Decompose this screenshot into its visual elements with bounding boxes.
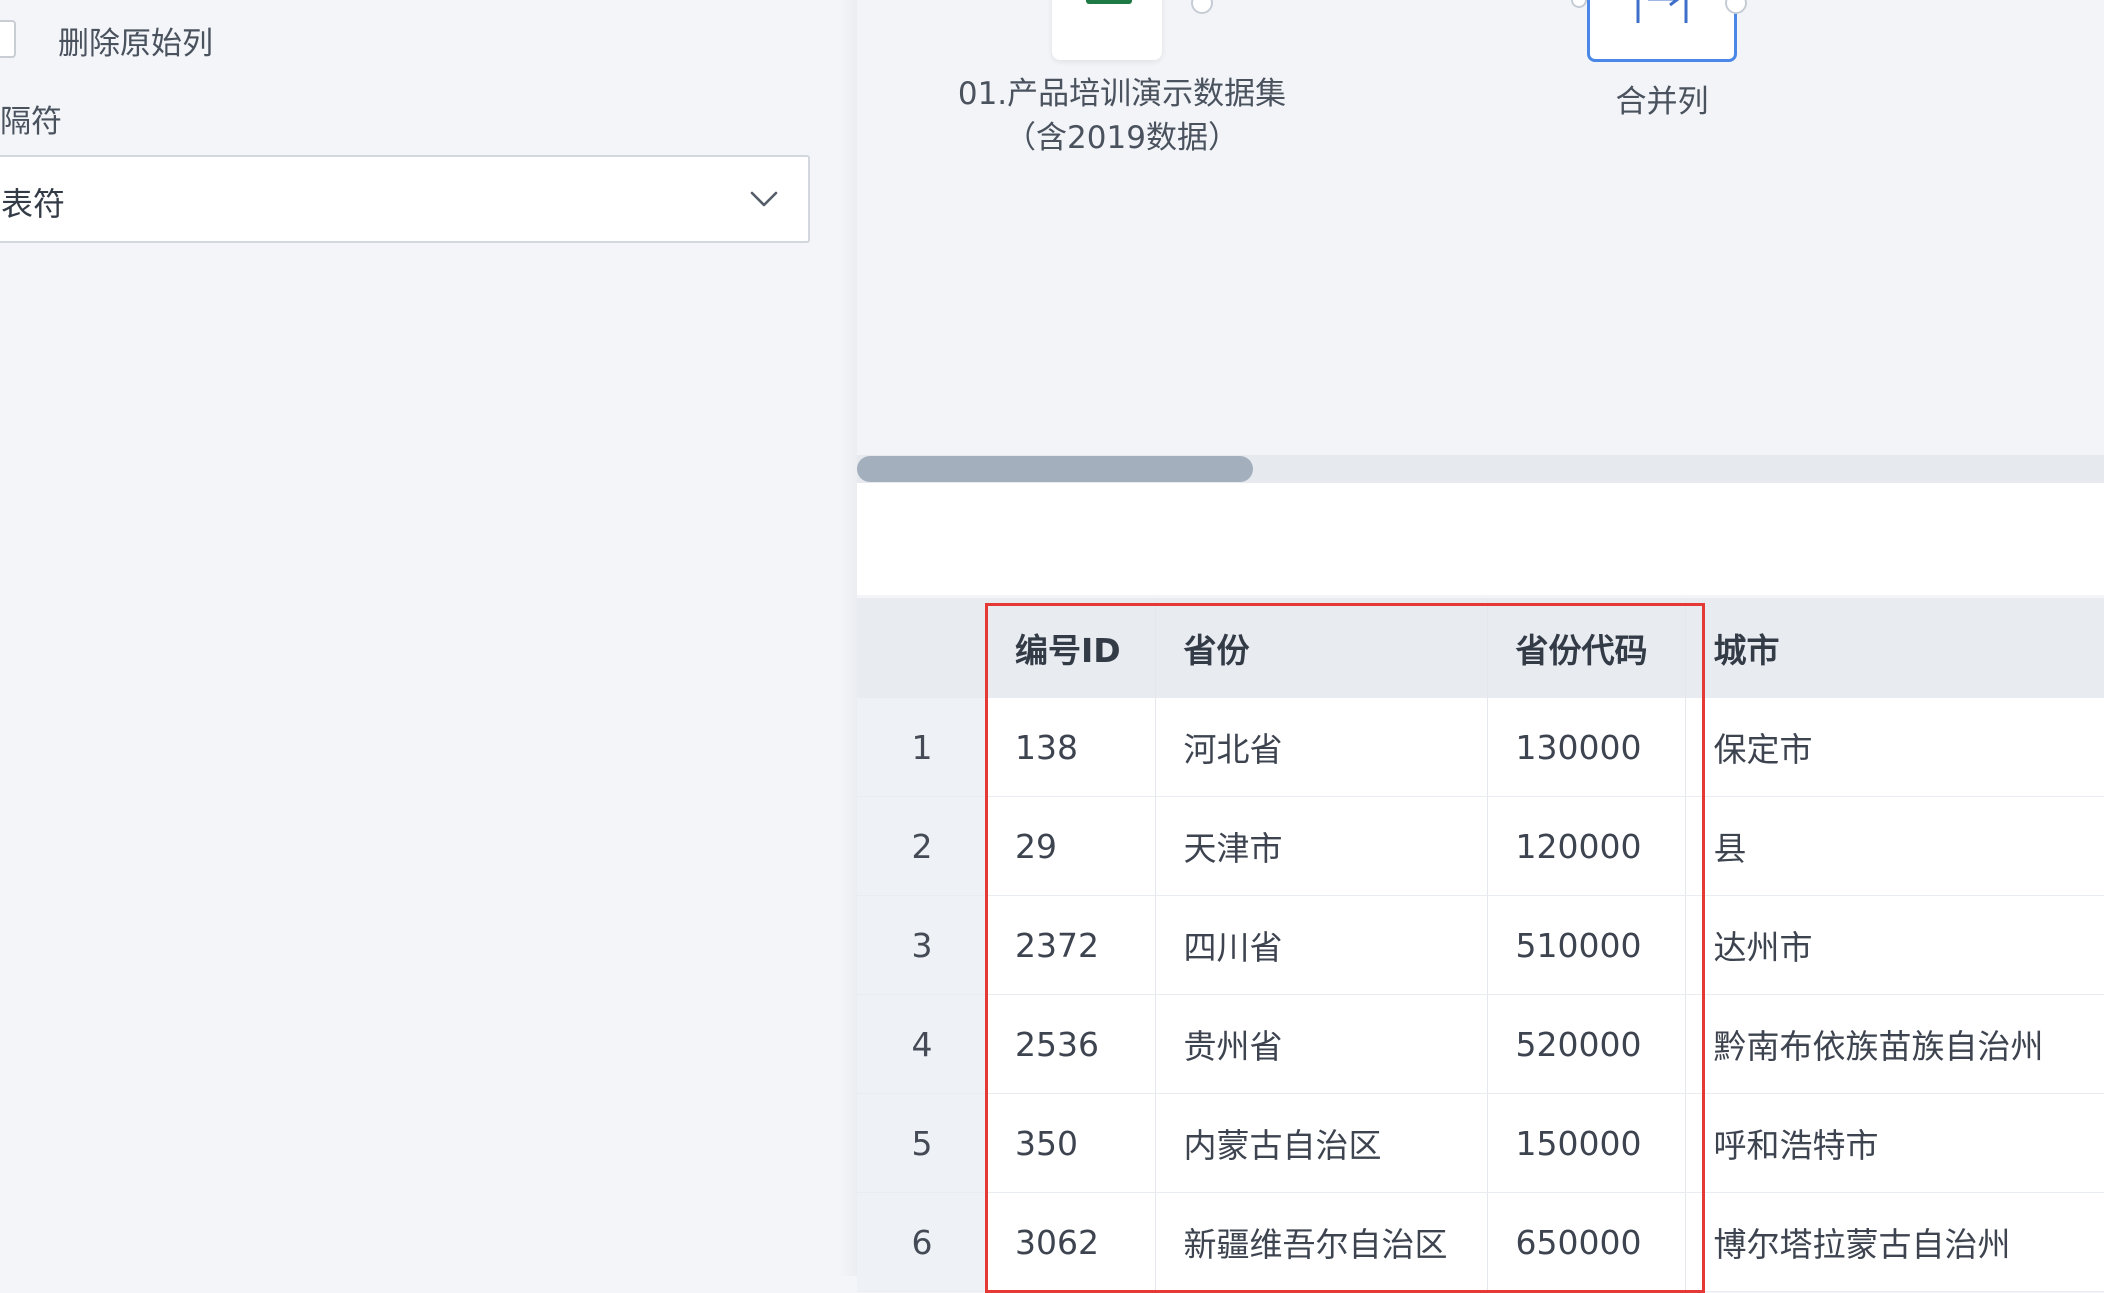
cell-id: 2536 xyxy=(987,994,1156,1094)
cell-id: 138 xyxy=(987,698,1156,797)
separator-label: 分隔符 xyxy=(0,104,62,140)
excel-x-icon xyxy=(1086,0,1132,4)
cell-province: 河北省 xyxy=(1155,698,1488,797)
excel-badge xyxy=(1086,0,1132,4)
row-number: 2 xyxy=(857,796,987,896)
cell-code: 650000 xyxy=(1487,1192,1686,1292)
scrollbar-thumb[interactable] xyxy=(857,456,1253,482)
row-number: 6 xyxy=(857,1192,987,1292)
cell-province: 四川省 xyxy=(1155,895,1488,995)
table-header-row: 编号ID 省份 省份代码 城市 xyxy=(857,598,2104,698)
settings-panel: 删除原始列 分隔符 制表符 xyxy=(0,0,855,1276)
column-header[interactable]: 省份 xyxy=(1155,598,1488,698)
delete-original-checkbox[interactable] xyxy=(0,20,16,58)
cell-id: 3062 xyxy=(987,1192,1156,1292)
preview-toolbar xyxy=(857,483,2104,595)
cell-city: 保定市 xyxy=(1685,698,2104,797)
row-number: 5 xyxy=(857,1093,987,1193)
merge-node-label: 合并列 xyxy=(1615,84,1709,120)
preview-table: 编号ID 省份 省份代码 城市 1 138 河北省 130000 保定市 2 2… xyxy=(857,598,2104,1292)
separator-select-value: 制表符 xyxy=(0,185,66,223)
cell-province: 贵州省 xyxy=(1155,994,1488,1094)
table-row: 5 350 内蒙古自治区 150000 呼和浩特市 xyxy=(857,1093,2104,1193)
table-row: 6 3062 新疆维吾尔自治区 650000 博尔塔拉蒙古自治州 xyxy=(857,1192,2104,1292)
cell-province: 新疆维吾尔自治区 xyxy=(1155,1192,1488,1292)
chevron-down-icon xyxy=(750,191,778,207)
excel-file-icon[interactable] xyxy=(1052,0,1162,60)
cell-code: 150000 xyxy=(1487,1093,1686,1193)
cell-id: 29 xyxy=(987,796,1156,896)
cell-province: 内蒙古自治区 xyxy=(1155,1093,1488,1193)
table-row: 1 138 河北省 130000 保定市 xyxy=(857,698,2104,797)
row-number: 4 xyxy=(857,994,987,1094)
column-header[interactable]: 编号ID xyxy=(987,598,1156,698)
row-number: 3 xyxy=(857,895,987,995)
cell-code: 130000 xyxy=(1487,698,1686,797)
merge-input-port[interactable] xyxy=(1571,0,1587,8)
cell-code: 120000 xyxy=(1487,796,1686,896)
merge-glyph xyxy=(1636,0,1688,23)
cell-city: 呼和浩特市 xyxy=(1685,1093,2104,1193)
cell-city: 博尔塔拉蒙古自治州 xyxy=(1685,1192,2104,1292)
delete-original-label: 删除原始列 xyxy=(58,26,213,62)
table-row: 2 29 天津市 120000 县 xyxy=(857,796,2104,896)
output-port[interactable] xyxy=(1191,0,1213,14)
cell-city: 达州市 xyxy=(1685,895,2104,995)
row-number: 1 xyxy=(857,698,987,797)
cell-code: 520000 xyxy=(1487,994,1686,1094)
cell-city: 县 xyxy=(1685,796,2104,896)
cell-id: 350 xyxy=(987,1093,1156,1193)
flow-canvas: 01.产品培训演示数据集（含2019数据） 合并列 编号ID 省份 省份代码 城… xyxy=(857,0,2104,1293)
column-header[interactable]: 城市 xyxy=(1685,598,2104,698)
cell-code: 510000 xyxy=(1487,895,1686,995)
panel-divider xyxy=(840,0,858,1276)
table-row: 4 2536 贵州省 520000 黔南布依族苗族自治州 xyxy=(857,994,2104,1094)
merge-columns-icon[interactable] xyxy=(1587,0,1737,62)
cell-province: 天津市 xyxy=(1155,796,1488,896)
cell-city: 黔南布依族苗族自治州 xyxy=(1685,994,2104,1094)
table-row: 3 2372 四川省 510000 达州市 xyxy=(857,895,2104,995)
separator-select[interactable]: 制表符 xyxy=(0,155,810,243)
column-header[interactable]: 省份代码 xyxy=(1487,598,1686,698)
cell-id: 2372 xyxy=(987,895,1156,995)
row-number-header xyxy=(857,598,987,698)
source-node-label: 01.产品培训演示数据集（含2019数据） xyxy=(957,76,1287,156)
